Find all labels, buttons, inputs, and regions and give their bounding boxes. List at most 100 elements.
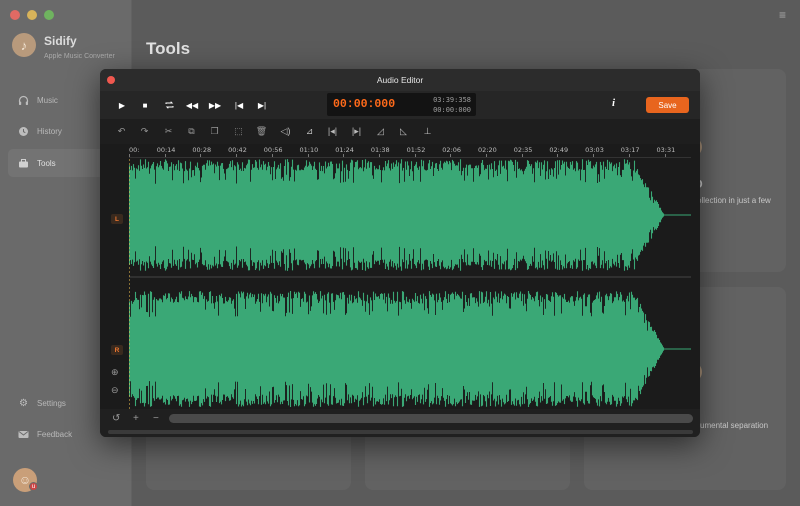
right-channel-waveform (129, 291, 691, 407)
ruler-tick (129, 154, 130, 157)
mail-icon (18, 429, 29, 440)
remove-icon[interactable]: − (153, 413, 159, 424)
editor-footer: ↺ + − (100, 409, 700, 437)
clock-icon (18, 126, 29, 137)
crop-icon[interactable]: ⬚ (232, 125, 245, 138)
audio-editor-window: Audio Editor ▶ ■ ◀◀ ▶▶ |◀ ▶| 00:00:000 0… (100, 69, 700, 437)
ruler-tick-label: 01:24 (335, 146, 354, 154)
editor-titlebar: Audio Editor (100, 69, 700, 91)
editor-title: Audio Editor (376, 75, 424, 85)
ruler-tick (378, 154, 380, 157)
overview-scrollbar[interactable] (108, 430, 693, 434)
waveform[interactable] (129, 159, 691, 409)
save-button[interactable]: Save (646, 97, 689, 113)
page-title: Tools (146, 39, 191, 58)
time-display: 00:00:000 03:39:358 00:00:000 (327, 93, 476, 116)
waveform-path (129, 159, 665, 271)
ruler-tick-label: 02:49 (549, 146, 569, 154)
ruler-tick (271, 154, 273, 157)
ruler-tick (450, 154, 452, 157)
current-time: 00:00:000 (333, 98, 396, 111)
delete-icon[interactable]: 🗑 (255, 125, 268, 138)
ruler-tick-label: 02:06 (442, 146, 462, 154)
zoom-window-button[interactable] (44, 10, 54, 20)
waveform-path (129, 291, 665, 407)
ruler-tick (164, 154, 166, 157)
zoom-out-icon[interactable]: ⊖ (111, 385, 119, 396)
sidebar-item-label: Tools (37, 158, 56, 168)
ruler-tick-label: 01:10 (299, 146, 319, 154)
left-channel-waveform (129, 159, 691, 278)
gear-icon: ⚙ (19, 397, 28, 409)
fade-out-icon[interactable]: ◺ (397, 125, 410, 138)
app-subtitle: Apple Music Converter (44, 53, 115, 60)
ruler-tick-label: 00: (129, 146, 140, 154)
time-ruler: 00: 00:14 00:28 00:42 00:56 01:10 01:24 01:38 01… (129, 144, 691, 158)
zoom-in-icon[interactable]: ⊕ (111, 367, 119, 378)
play-icon[interactable]: ▶ (115, 97, 129, 113)
horizontal-scrollbar[interactable] (169, 414, 693, 423)
close-window-button[interactable] (10, 10, 20, 20)
ruler-tick (414, 154, 416, 157)
ruler-tick-label: 01:52 (406, 146, 426, 154)
tool-card-desc: ollection in just a few (697, 196, 771, 205)
toolbox-icon (18, 158, 29, 169)
sidebar-item-label: Feedback (37, 429, 73, 439)
sidebar-item-label: Music (37, 95, 58, 105)
fast-forward-icon[interactable]: ▶▶ (208, 97, 222, 113)
ruler-tick-label: 00:14 (156, 146, 176, 154)
tool-card-desc: umental separation (700, 421, 769, 430)
ruler-tick (200, 154, 202, 157)
app-name: Sidify (44, 34, 77, 48)
ruler-tick (486, 154, 487, 157)
ruler-tick-label: 03:17 (620, 146, 640, 154)
undo-icon[interactable]: ↶ (115, 125, 128, 138)
right-channel-label: R (111, 345, 123, 355)
add-icon[interactable]: + (133, 413, 139, 424)
reset-icon[interactable]: ↺ (112, 413, 120, 424)
ruler-tick (557, 154, 559, 157)
sidebar-item-label: Settings (37, 398, 66, 408)
cut-icon[interactable]: ✂ (162, 125, 175, 138)
ruler-tick-label: 00:56 (263, 146, 283, 154)
ruler-tick-label: 03:31 (656, 146, 676, 154)
paste-icon[interactable]: ❐ (208, 125, 221, 138)
rewind-icon[interactable]: ◀◀ (185, 97, 199, 113)
sidify-logo-icon: ♪ (12, 33, 36, 57)
total-time: 03:39:358 (433, 96, 471, 104)
ruler-tick (664, 154, 666, 157)
window-controls (10, 10, 54, 20)
split-icon[interactable]: ⊥ (421, 125, 434, 138)
fade-in-icon[interactable]: ◿ (374, 125, 387, 138)
brand: ♪ Sidify Apple Music Converter (12, 33, 115, 60)
amplitude-icon[interactable]: ⊿ (303, 125, 316, 138)
headphones-icon (18, 95, 29, 106)
waveform-area[interactable]: 00: 00:14 00:28 00:42 00:56 01:10 01:24 01:38 01… (100, 144, 700, 409)
info-icon[interactable]: i (612, 97, 615, 109)
loop-icon[interactable] (162, 97, 176, 113)
sidebar-item-label: History (37, 126, 62, 136)
left-channel-label: L (111, 214, 123, 224)
minimize-window-button[interactable] (27, 10, 37, 20)
skip-end-icon[interactable]: ▶| (255, 97, 269, 113)
ruler-tick-label: 02:35 (513, 146, 533, 154)
ruler-tick-label: 00:28 (192, 146, 212, 154)
edit-toolbar: ↶ ↷ ✂ ⧉ ❐ ⬚ 🗑 ◁) ⊿ |◂| |▸| ◿ ◺ ⊥ (100, 119, 700, 144)
copy-icon[interactable]: ⧉ (185, 125, 198, 138)
trim-start-icon[interactable]: |◂| (326, 125, 339, 138)
ruler-tick (343, 154, 345, 157)
editor-close-button[interactable] (107, 76, 115, 84)
ruler-tick-label: 01:38 (370, 146, 390, 154)
volume-icon[interactable]: ◁) (279, 125, 292, 138)
menu-icon[interactable]: ≡ (779, 8, 786, 22)
trim-end-icon[interactable]: |▸| (350, 125, 363, 138)
ruler-tick-label: 00:42 (228, 146, 247, 154)
ruler-tick (521, 154, 523, 157)
skip-start-icon[interactable]: |◀ (232, 97, 246, 113)
stop-icon[interactable]: ■ (138, 97, 152, 113)
redo-icon[interactable]: ↷ (138, 125, 151, 138)
selection-time: 00:00:000 (433, 106, 471, 114)
ruler-tick (628, 154, 630, 157)
ruler-tick (593, 154, 595, 157)
ruler-tick (236, 154, 238, 157)
